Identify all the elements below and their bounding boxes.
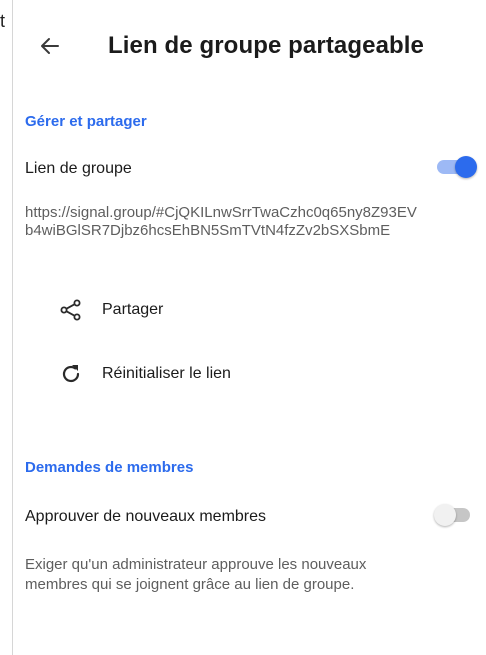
screen: t Lien de groupe partageable Gérer et pa…: [0, 0, 486, 655]
approve-members-description: Exiger qu'un administrateur approuve les…: [25, 556, 367, 593]
section-header-requests: Demandes de membres: [25, 459, 194, 476]
section-header-manage: Gérer et partager: [25, 113, 147, 130]
back-button[interactable]: [26, 22, 74, 70]
app-bar: Lien de groupe partageable: [12, 0, 486, 92]
share-button[interactable]: Partager: [58, 294, 163, 326]
reset-link-label: Réinitialiser le lien: [102, 365, 231, 382]
approve-members-toggle[interactable]: [434, 501, 474, 529]
toggle-thumb: [434, 504, 456, 526]
refresh-icon: [58, 361, 84, 387]
toggle-thumb: [455, 156, 477, 178]
edge-text-fragment: t: [0, 11, 6, 31]
page-title: Lien de groupe partageable: [108, 32, 424, 59]
reset-link-button[interactable]: Réinitialiser le lien: [58, 358, 231, 390]
approve-members-label: Approuver de nouveaux membres: [25, 508, 267, 525]
arrow-left-icon: [41, 38, 59, 54]
group-link-url: https://signal.group/#CjQKILnwSrrTwaCzhc…: [25, 204, 417, 239]
group-link-toggle[interactable]: [435, 153, 477, 181]
group-link-label: Lien de groupe: [25, 160, 132, 177]
left-edge-panel: t: [0, 0, 13, 655]
share-icon: [58, 297, 84, 323]
share-label: Partager: [102, 301, 164, 318]
